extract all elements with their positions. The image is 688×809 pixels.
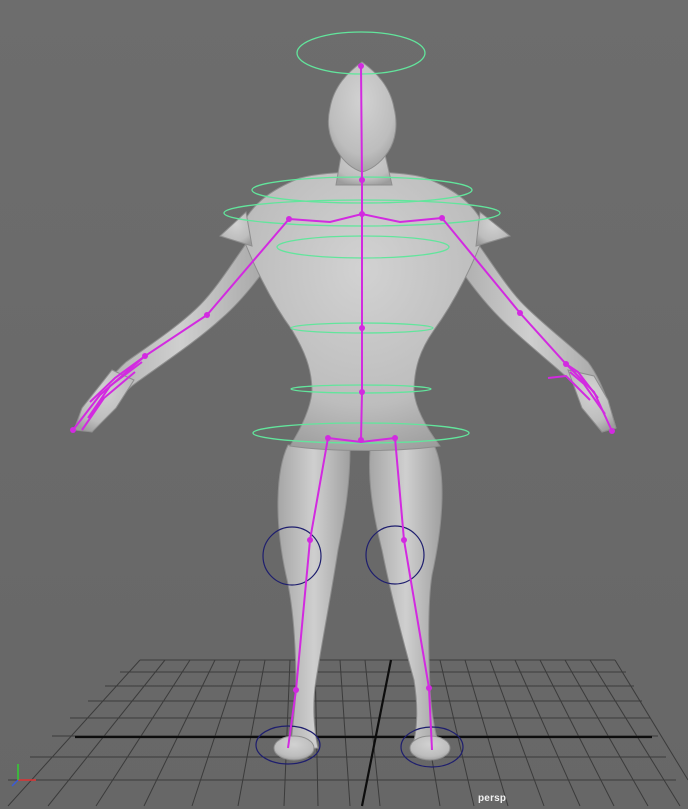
left-leg[interactable] xyxy=(277,444,351,751)
left-foot[interactable] xyxy=(273,735,315,761)
ground-grid xyxy=(7,659,688,807)
camera-label: persp xyxy=(478,793,507,804)
scene-canvas[interactable] xyxy=(0,0,688,809)
left-shoulder-spike xyxy=(219,211,253,247)
3d-viewport[interactable]: persp xyxy=(0,0,688,809)
character-mesh[interactable] xyxy=(73,61,617,761)
grid-axis-line-z xyxy=(360,659,393,807)
right-leg[interactable] xyxy=(369,444,443,751)
spine-bones[interactable] xyxy=(360,65,363,441)
right-foot[interactable] xyxy=(409,735,451,761)
axis-gizmo-icon xyxy=(11,764,36,787)
